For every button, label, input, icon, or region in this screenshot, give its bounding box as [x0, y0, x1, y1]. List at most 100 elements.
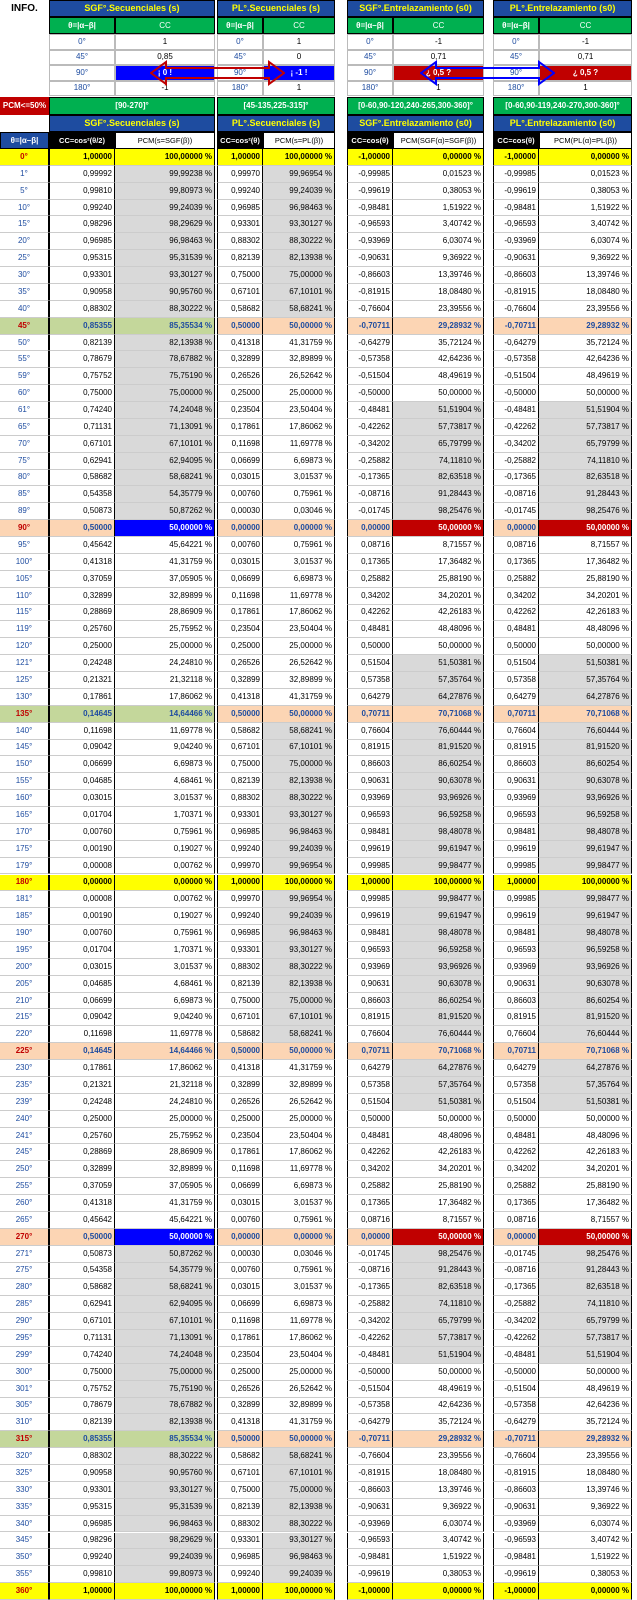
- pcm-value: 98,48078 %: [539, 823, 632, 841]
- pcm-value: 50,87262 %: [115, 503, 215, 521]
- cc-value: 0,86603: [347, 992, 393, 1010]
- theta-cell: 300°: [0, 1363, 49, 1381]
- pcm-value: 14,64466 %: [115, 1043, 215, 1061]
- cc-value: 0,57358: [493, 672, 539, 689]
- cc-value: 0,88302: [49, 1448, 115, 1465]
- cc-value: -0,98481: [347, 199, 393, 217]
- pcm-value: 26,52642 %: [263, 1380, 335, 1398]
- cc-value: 0,64279: [347, 688, 393, 706]
- cc-value: 0,03015: [49, 958, 115, 976]
- pcm-value: 95,31539 %: [115, 1498, 215, 1516]
- cc-value: 0,01704: [49, 807, 115, 824]
- pcm-value: 4,68461 %: [115, 975, 215, 993]
- pcm-value: 48,48096 %: [539, 621, 632, 639]
- top-theta-cell: 90°: [347, 65, 393, 81]
- cc-value: 0,64279: [493, 688, 539, 706]
- pcm-value: 0,75961 %: [115, 925, 215, 942]
- cc-value: 0,58682: [49, 1279, 115, 1297]
- pcm-value: 82,13938 %: [263, 975, 335, 993]
- pcm-value: 3,40742 %: [539, 216, 632, 234]
- pcm-value: 41,31759 %: [263, 1414, 335, 1432]
- cc-value: 0,23504: [217, 1127, 263, 1145]
- cc-value: 0,11698: [217, 1161, 263, 1179]
- cc-value: 0,24248: [49, 655, 115, 673]
- pcm-value: 75,00000 %: [115, 1363, 215, 1381]
- pcm-value: 96,98463 %: [263, 925, 335, 942]
- pcm-value: 11,69778 %: [115, 1026, 215, 1044]
- pcm-value: 93,30127 %: [263, 941, 335, 959]
- cc-value: 0,50000: [49, 1228, 115, 1246]
- pcm-value: 100,00000 %: [115, 1583, 215, 1600]
- pcm-value: 29,28932 %: [393, 1431, 484, 1449]
- col-header-cc: CC=cos²(θ): [217, 132, 263, 149]
- cc-value: 0,06699: [217, 452, 263, 470]
- pcm-value: 34,20201 %: [539, 1161, 632, 1179]
- cc-value: -0,90631: [347, 250, 393, 268]
- cc-value: -0,51504: [347, 368, 393, 386]
- pcm-value: 98,29629 %: [115, 1532, 215, 1550]
- pcm-value: 9,36922 %: [393, 1498, 484, 1516]
- pcm-value: 75,75190 %: [115, 1380, 215, 1398]
- pcm-value: 32,89899 %: [115, 587, 215, 605]
- cc-value: 0,75000: [217, 992, 263, 1010]
- theta-cell: 205°: [0, 975, 49, 993]
- top-range: [90-270]°: [49, 97, 215, 115]
- cc-value: 0,04685: [49, 975, 115, 993]
- cc-value: -0,25882: [347, 1296, 393, 1314]
- cc-value: 0,00760: [217, 1211, 263, 1229]
- main-title: SGF°.Secuenciales (s): [49, 115, 215, 132]
- theta-cell: 130°: [0, 688, 49, 706]
- cc-value: 0,88302: [49, 300, 115, 318]
- cc-value: 0,08716: [493, 537, 539, 554]
- pcm-value: 34,20201 %: [393, 587, 484, 605]
- cc-value: 0,93301: [49, 1481, 115, 1499]
- theta-cell: 225°: [0, 1043, 49, 1061]
- cc-value: -0,34202: [347, 1313, 393, 1331]
- cc-value: 0,99810: [49, 1566, 115, 1584]
- cc-value: 0,06699: [217, 1178, 263, 1196]
- theta-cell: 135°: [0, 705, 49, 723]
- cc-value: 0,34202: [347, 587, 393, 605]
- pcm-value: 90,63078 %: [539, 975, 632, 993]
- pcm-value: 29,28932 %: [393, 317, 484, 335]
- cc-value: 0,82139: [49, 1414, 115, 1432]
- pcm-value: 51,51904 %: [539, 402, 632, 419]
- pcm-value: 93,96926 %: [393, 790, 484, 807]
- cc-value: 0,82139: [217, 1498, 263, 1516]
- pcm-value: 57,35764 %: [393, 672, 484, 689]
- theta-cell: 70°: [0, 435, 49, 453]
- pcm-value: 32,89899 %: [263, 1397, 335, 1415]
- pcm-value: 93,96926 %: [539, 790, 632, 807]
- pcm-value: 58,68241 %: [115, 1279, 215, 1297]
- pcm-value: 35,72124 %: [539, 334, 632, 352]
- top-theta-header: θ=|α–β|: [49, 17, 115, 34]
- pcm-value: 93,96926 %: [393, 958, 484, 976]
- cc-value: -0,76604: [347, 300, 393, 318]
- theta-cell: 271°: [0, 1245, 49, 1263]
- theta-cell: 119°: [0, 621, 49, 639]
- theta-cell: 120°: [0, 638, 49, 656]
- cc-value: 0,90958: [49, 1465, 115, 1482]
- cc-value: -0,17365: [493, 469, 539, 487]
- pcm-value: 58,68241 %: [263, 1026, 335, 1044]
- pcm-value: 11,69778 %: [263, 1161, 335, 1179]
- cc-value: -0,50000: [493, 1363, 539, 1381]
- cc-value: 0,85355: [49, 317, 115, 335]
- pcm-value: 25,88190 %: [539, 1178, 632, 1196]
- cc-value: 0,96985: [49, 1515, 115, 1533]
- pcm-value: 74,11810 %: [539, 1296, 632, 1314]
- pcm-value: 6,69873 %: [263, 570, 335, 588]
- pcm-value: 0,03046 %: [263, 1245, 335, 1263]
- cc-value: -0,76604: [347, 1448, 393, 1465]
- pcm-value: 99,24039 %: [115, 199, 215, 217]
- cc-value: 0,81915: [347, 739, 393, 757]
- pcm-value: 93,30127 %: [115, 267, 215, 284]
- theta-cell: 181°: [0, 891, 49, 909]
- cc-value: 0,00008: [49, 857, 115, 875]
- pcm-value: 88,30222 %: [115, 1448, 215, 1465]
- pcm-value: 99,61947 %: [393, 840, 484, 858]
- theta-cell: 330°: [0, 1481, 49, 1499]
- cc-value: 1,00000: [493, 874, 539, 892]
- cc-value: 0,99240: [49, 199, 115, 217]
- main-title: PL°.Entrelazamiento (s0): [493, 115, 632, 132]
